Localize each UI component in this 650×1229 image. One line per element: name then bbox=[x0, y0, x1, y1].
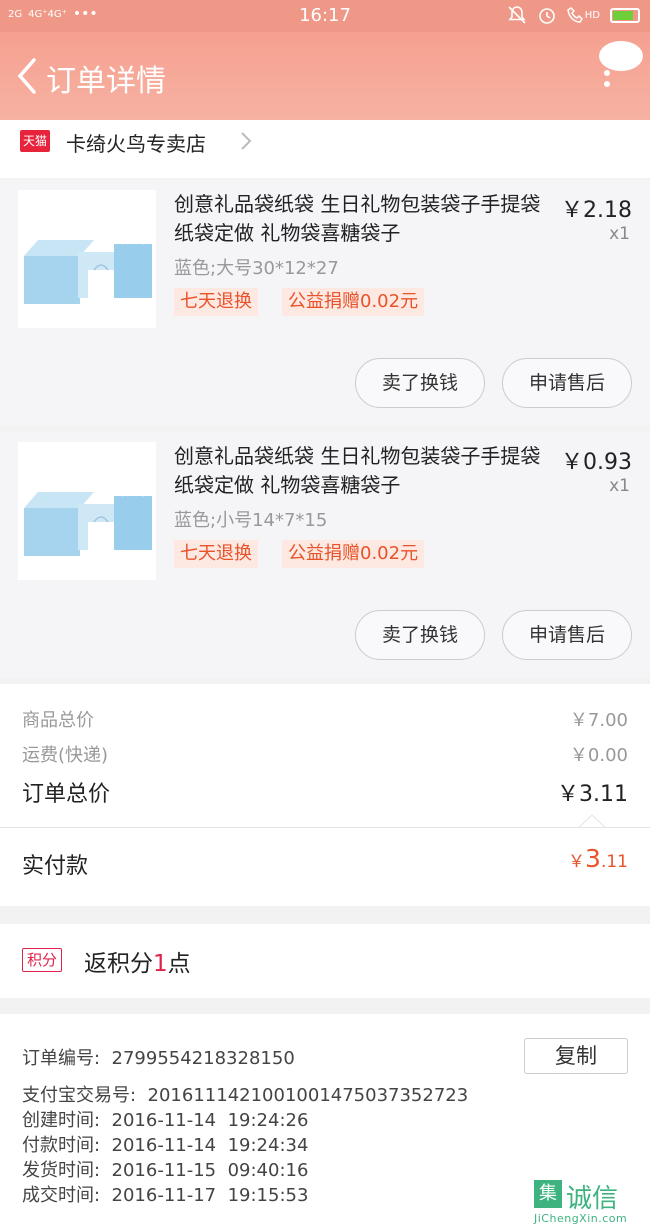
status-bar: 2G 4G⁺4G⁺ ••• 16:17 HD bbox=[0, 0, 650, 32]
battery-icon bbox=[610, 7, 640, 23]
price-summary: 商品总价 ￥7.00 运费(快递) ￥0.00 订单总价 ￥3.11 实付款 ￥… bbox=[0, 684, 650, 906]
item-price: ￥0.93 bbox=[561, 450, 632, 475]
item-sku: 蓝色;小号14*7*15 bbox=[174, 510, 328, 531]
points-row: 积分 返积分1点 bbox=[0, 924, 650, 998]
paid-integer: 3 bbox=[585, 844, 601, 873]
order-number-row: 订单编号: 2799554218328150 bbox=[22, 1044, 295, 1070]
mute-bell-icon bbox=[508, 6, 526, 24]
order-number-label: 订单编号: bbox=[22, 1048, 101, 1069]
tmall-badge: 天猫 bbox=[20, 130, 50, 152]
completed-row: 成交时间: 2016-11-17 19:15:53 bbox=[22, 1181, 308, 1207]
alipay-label: 支付宝交易号: bbox=[22, 1085, 137, 1106]
product-thumbnail[interactable] bbox=[18, 190, 156, 328]
alipay-number: 2016111421001001475037352723 bbox=[147, 1085, 469, 1106]
watermark-url: JiChengXin.com bbox=[534, 1212, 628, 1225]
charity-tag: 公益捐赠0.02元 bbox=[282, 540, 425, 568]
after-sales-button[interactable]: 申请售后 bbox=[502, 358, 632, 408]
item-price: ￥2.18 bbox=[561, 198, 632, 223]
divider bbox=[0, 827, 650, 828]
shipped-label: 发货时间: bbox=[22, 1160, 101, 1181]
copy-button[interactable]: 复制 bbox=[524, 1038, 628, 1074]
resell-button[interactable]: 卖了换钱 bbox=[355, 358, 485, 408]
page-title: 订单详情 bbox=[46, 64, 166, 99]
completed-time: 2016-11-17 19:15:53 bbox=[111, 1185, 309, 1206]
order-number: 2799554218328150 bbox=[111, 1048, 295, 1069]
points-count: 1 bbox=[153, 951, 168, 977]
created-label: 创建时间: bbox=[22, 1110, 101, 1131]
goods-total-label: 商品总价 bbox=[22, 710, 94, 731]
points-badge: 积分 bbox=[22, 948, 63, 972]
watermark-text: 诚信 bbox=[566, 1184, 619, 1214]
chat-bubble-icon[interactable] bbox=[596, 40, 644, 92]
item-title[interactable]: 创意礼品袋纸袋 生日礼物包装袋子手提袋纸袋定做 礼物袋喜糖袋子 bbox=[174, 442, 554, 500]
item-quantity: x1 bbox=[609, 476, 630, 496]
resell-button[interactable]: 卖了换钱 bbox=[355, 610, 485, 660]
watermark-box: 集 bbox=[534, 1180, 562, 1208]
order-item[interactable]: 创意礼品袋纸袋 生日礼物包装袋子手提袋纸袋定做 礼物袋喜糖袋子 ￥0.93 x1… bbox=[0, 432, 650, 678]
item-title[interactable]: 创意礼品袋纸袋 生日礼物包装袋子手提袋纸袋定做 礼物袋喜糖袋子 bbox=[174, 190, 554, 248]
alipay-row: 支付宝交易号: 2016111421001001475037352723 bbox=[22, 1081, 468, 1107]
nav-header: 订单详情 bbox=[0, 32, 650, 120]
order-item[interactable]: 创意礼品袋纸袋 生日礼物包装袋子手提袋纸袋定做 礼物袋喜糖袋子 ￥2.18 x1… bbox=[0, 180, 650, 426]
order-total-value: ￥3.11 bbox=[557, 782, 628, 807]
phone-hd-icon: HD bbox=[566, 6, 600, 24]
order-total-label: 订单总价 bbox=[22, 782, 111, 807]
shipping-label: 运费(快递) bbox=[22, 745, 109, 766]
chevron-right-icon bbox=[241, 132, 252, 150]
status-right: HD bbox=[507, 5, 640, 25]
shipping-value: ￥0.00 bbox=[569, 745, 628, 766]
paid-decimal: .11 bbox=[600, 852, 628, 872]
item-sku: 蓝色;大号30*12*27 bbox=[174, 258, 339, 279]
gift-bag-image bbox=[18, 190, 156, 328]
shipped-time: 2016-11-15 09:40:16 bbox=[111, 1160, 309, 1181]
created-time: 2016-11-14 19:24:26 bbox=[111, 1110, 309, 1131]
return-policy-tag: 七天退换 bbox=[174, 288, 258, 316]
created-row: 创建时间: 2016-11-14 19:24:26 bbox=[22, 1106, 308, 1132]
paid-time: 2016-11-14 19:24:34 bbox=[111, 1135, 309, 1156]
paid-amount: ￥3.11 bbox=[568, 844, 628, 873]
store-name[interactable]: 卡绮火鸟专卖店 bbox=[66, 128, 206, 157]
chevron-left-icon[interactable] bbox=[12, 56, 42, 96]
store-row[interactable]: 天猫 卡绮火鸟专卖店 bbox=[0, 120, 650, 178]
product-thumbnail[interactable] bbox=[18, 442, 156, 580]
shipped-row: 发货时间: 2016-11-15 09:40:16 bbox=[22, 1156, 308, 1182]
paid-row: 付款时间: 2016-11-14 19:24:34 bbox=[22, 1131, 308, 1157]
points-suffix: 点 bbox=[167, 951, 191, 977]
charity-tag: 公益捐赠0.02元 bbox=[282, 288, 425, 316]
gift-bag-image bbox=[18, 442, 156, 580]
points-prefix: 返积分 bbox=[84, 951, 153, 977]
paid-label: 实付款 bbox=[22, 854, 89, 879]
completed-label: 成交时间: bbox=[22, 1185, 101, 1206]
watermark-logo: 集 诚信 JiChengXin.com bbox=[534, 1178, 650, 1229]
after-sales-button[interactable]: 申请售后 bbox=[502, 610, 632, 660]
item-quantity: x1 bbox=[609, 224, 630, 244]
return-policy-tag: 七天退换 bbox=[174, 540, 258, 568]
paid-time-label: 付款时间: bbox=[22, 1135, 101, 1156]
caret-up-icon bbox=[578, 814, 606, 828]
paid-currency: ￥ bbox=[568, 852, 586, 872]
goods-total-value: ￥7.00 bbox=[569, 710, 628, 731]
alarm-icon bbox=[538, 8, 555, 24]
points-text: 返积分1点 bbox=[84, 944, 191, 978]
